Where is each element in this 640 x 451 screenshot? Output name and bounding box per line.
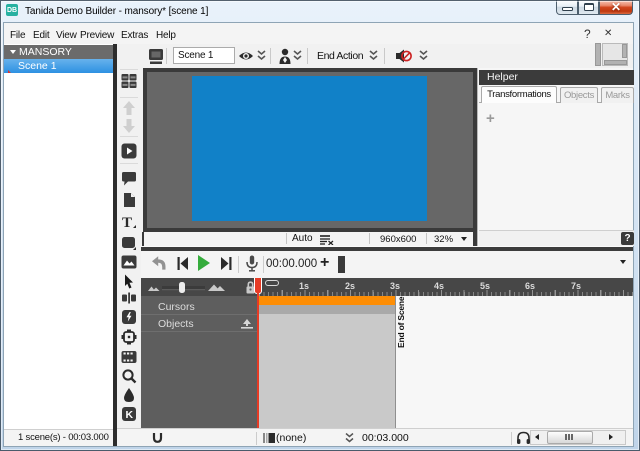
svg-text:K: K xyxy=(126,409,134,421)
svg-text:T: T xyxy=(122,215,132,230)
